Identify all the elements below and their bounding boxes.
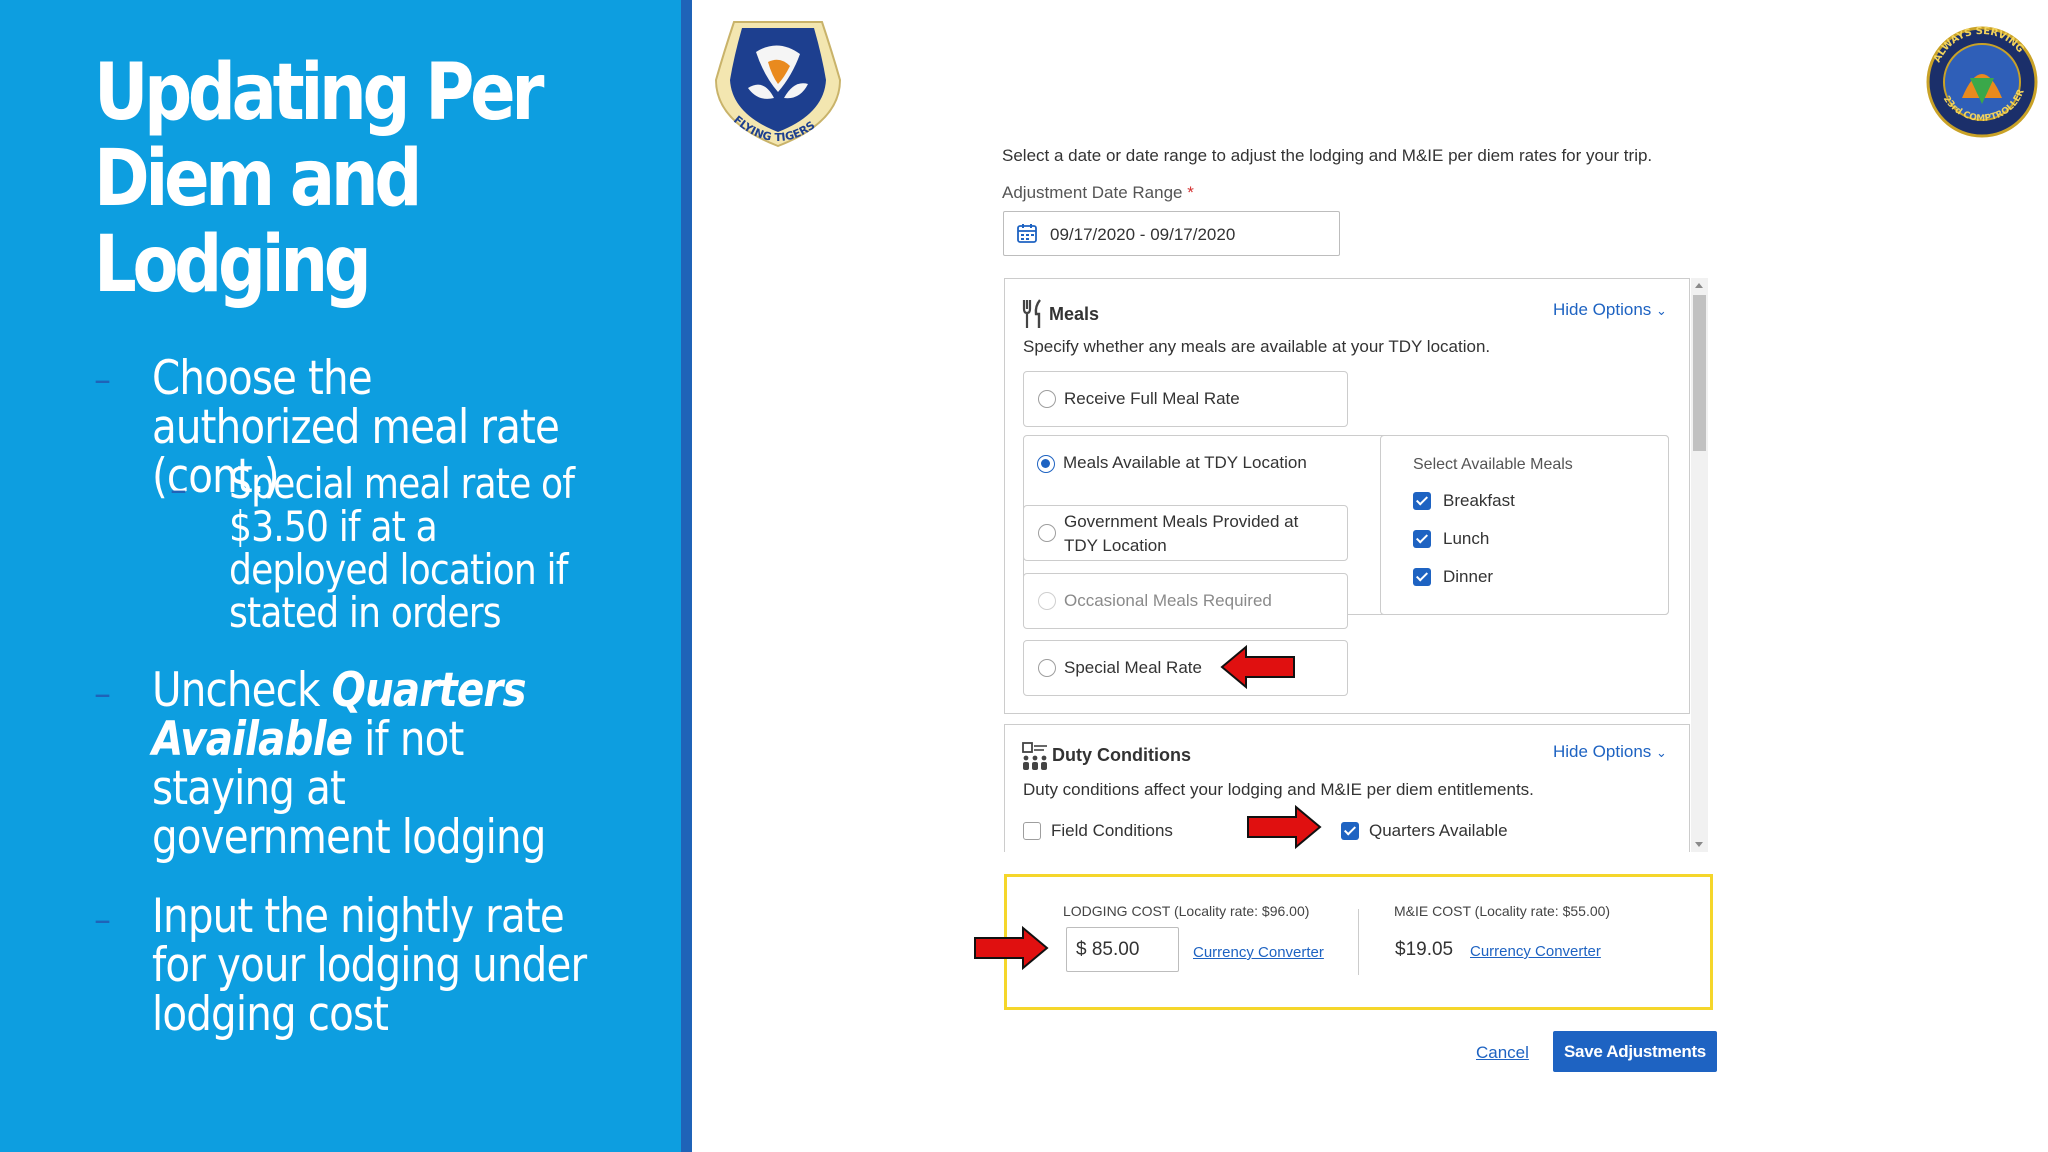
occasional-meals-label: Occasional Meals Required — [1064, 591, 1272, 610]
special-meal-rate-radio[interactable] — [1038, 659, 1056, 677]
select-available-meals-label: Select Available Meals — [1413, 456, 1573, 473]
duty-conditions-panel: Duty Conditions Hide Options ⌄ Duty cond… — [1004, 724, 1690, 852]
form-instruction: Select a date or date range to adjust th… — [1002, 146, 1653, 165]
date-range-value: 09/17/2020 - 09/17/2020 — [1050, 225, 1236, 244]
option-government-meals[interactable]: Government Meals Provided at TDY Location — [1023, 505, 1348, 561]
bullet-dash: – — [94, 360, 111, 400]
arrow-special-meal-icon — [1220, 644, 1295, 690]
save-adjustments-button[interactable]: Save Adjustments — [1553, 1031, 1717, 1072]
option-special-meal-rate[interactable]: Special Meal Rate — [1023, 640, 1348, 696]
chevron-down-icon: ⌄ — [1656, 745, 1667, 760]
meals-hide-options-link[interactable]: Hide Options ⌄ — [1553, 300, 1667, 320]
lodging-currency-converter-link[interactable]: Currency Converter — [1193, 944, 1324, 961]
full-meal-rate-radio[interactable] — [1038, 390, 1056, 408]
government-meals-radio[interactable] — [1038, 524, 1056, 542]
meals-title: Meals — [1049, 304, 1100, 324]
quarters-available-label: Quarters Available — [1369, 821, 1508, 840]
lunch-checkbox[interactable] — [1413, 530, 1431, 548]
flying-tigers-shield-logo: FLYING TIGERS — [714, 21, 842, 148]
lodging-cost-label: LODGING COST (Locality rate: $96.00) — [1063, 903, 1310, 919]
field-conditions-label: Field Conditions — [1051, 821, 1173, 840]
scroll-up-icon[interactable] — [1695, 283, 1703, 288]
duty-conditions-description: Duty conditions affect your lodging and … — [1023, 780, 1534, 799]
slide-title: Updating Per Diem and Lodging — [94, 48, 544, 310]
required-mark: * — [1187, 183, 1194, 202]
bullet-quarters: Uncheck Quarters Available if not stayin… — [152, 663, 546, 865]
option-full-meal-rate[interactable]: Receive Full Meal Rate — [1023, 371, 1348, 427]
breakfast-checkbox[interactable] — [1413, 492, 1431, 510]
cost-divider — [1358, 909, 1359, 975]
sub-bullet-dash: – — [170, 470, 187, 510]
meals-panel: Meals Hide Options ⌄ Specify whether any… — [1004, 278, 1690, 714]
arrow-quarters-available-icon — [1247, 804, 1322, 850]
full-meal-rate-label: Receive Full Meal Rate — [1064, 389, 1240, 408]
quarters-available-checkbox[interactable] — [1341, 822, 1359, 840]
bullet-lodging-rate: Input the nightly rate for your lodging … — [152, 889, 587, 1042]
scroll-down-icon[interactable] — [1695, 842, 1703, 847]
meals-description: Specify whether any meals are available … — [1023, 337, 1491, 356]
lunch-label: Lunch — [1443, 529, 1490, 548]
select-available-meals-panel: Select Available Meals Breakfast Lunch D… — [1380, 435, 1669, 615]
breakfast-label: Breakfast — [1443, 491, 1515, 510]
bullet-dash: – — [94, 674, 111, 714]
form-scrollbar[interactable] — [1691, 278, 1708, 852]
meals-available-label[interactable]: Meals Available at TDY Location — [1063, 451, 1307, 475]
fork-knife-icon — [1022, 299, 1041, 328]
date-range-label: Adjustment Date Range * — [1002, 183, 1194, 202]
option-occasional-meals[interactable]: Occasional Meals Required — [1023, 573, 1348, 629]
dinner-label: Dinner — [1443, 567, 1494, 586]
mie-currency-converter-link[interactable]: Currency Converter — [1470, 943, 1601, 960]
cost-highlight-box: LODGING COST (Locality rate: $96.00) $ 8… — [1004, 874, 1713, 1010]
duty-conditions-title: Duty Conditions — [1052, 745, 1191, 765]
calendar-icon[interactable] — [1017, 223, 1037, 243]
occasional-meals-radio[interactable] — [1038, 592, 1056, 610]
duty-hide-options-link[interactable]: Hide Options ⌄ — [1553, 742, 1667, 762]
scroll-thumb[interactable] — [1693, 295, 1706, 451]
chevron-down-icon: ⌄ — [1656, 303, 1667, 318]
duty-conditions-icon — [1022, 742, 1047, 770]
date-range-input[interactable]: 09/17/2020 - 09/17/2020 — [1003, 211, 1340, 256]
panel-divider-stripe — [681, 0, 692, 1152]
government-meals-label: Government Meals Provided at TDY Location — [1064, 512, 1299, 555]
lodging-cost-input[interactable]: $ 85.00 — [1066, 927, 1179, 972]
meals-available-radio[interactable] — [1037, 455, 1055, 473]
special-meal-rate-label: Special Meal Rate — [1064, 658, 1202, 677]
lodging-cost-value: $ 85.00 — [1076, 939, 1140, 960]
arrow-lodging-cost-icon — [974, 925, 1049, 971]
bullet-dash: – — [94, 900, 111, 940]
comptroller-squadron-patch-logo: ALWAYS SERVING 23rd COMPTROLLER — [1926, 26, 2038, 138]
dinner-checkbox[interactable] — [1413, 568, 1431, 586]
mie-cost-label: M&IE COST (Locality rate: $55.00) — [1394, 903, 1611, 919]
field-conditions-checkbox[interactable] — [1023, 822, 1041, 840]
mie-cost-value: $19.05 — [1395, 939, 1454, 960]
cancel-link[interactable]: Cancel — [1476, 1043, 1529, 1063]
slide: Updating Per Diem and Lodging – Choose t… — [0, 0, 2048, 1152]
sub-bullet-special-rate: Special meal rate of $3.50 if at a deplo… — [229, 459, 575, 637]
